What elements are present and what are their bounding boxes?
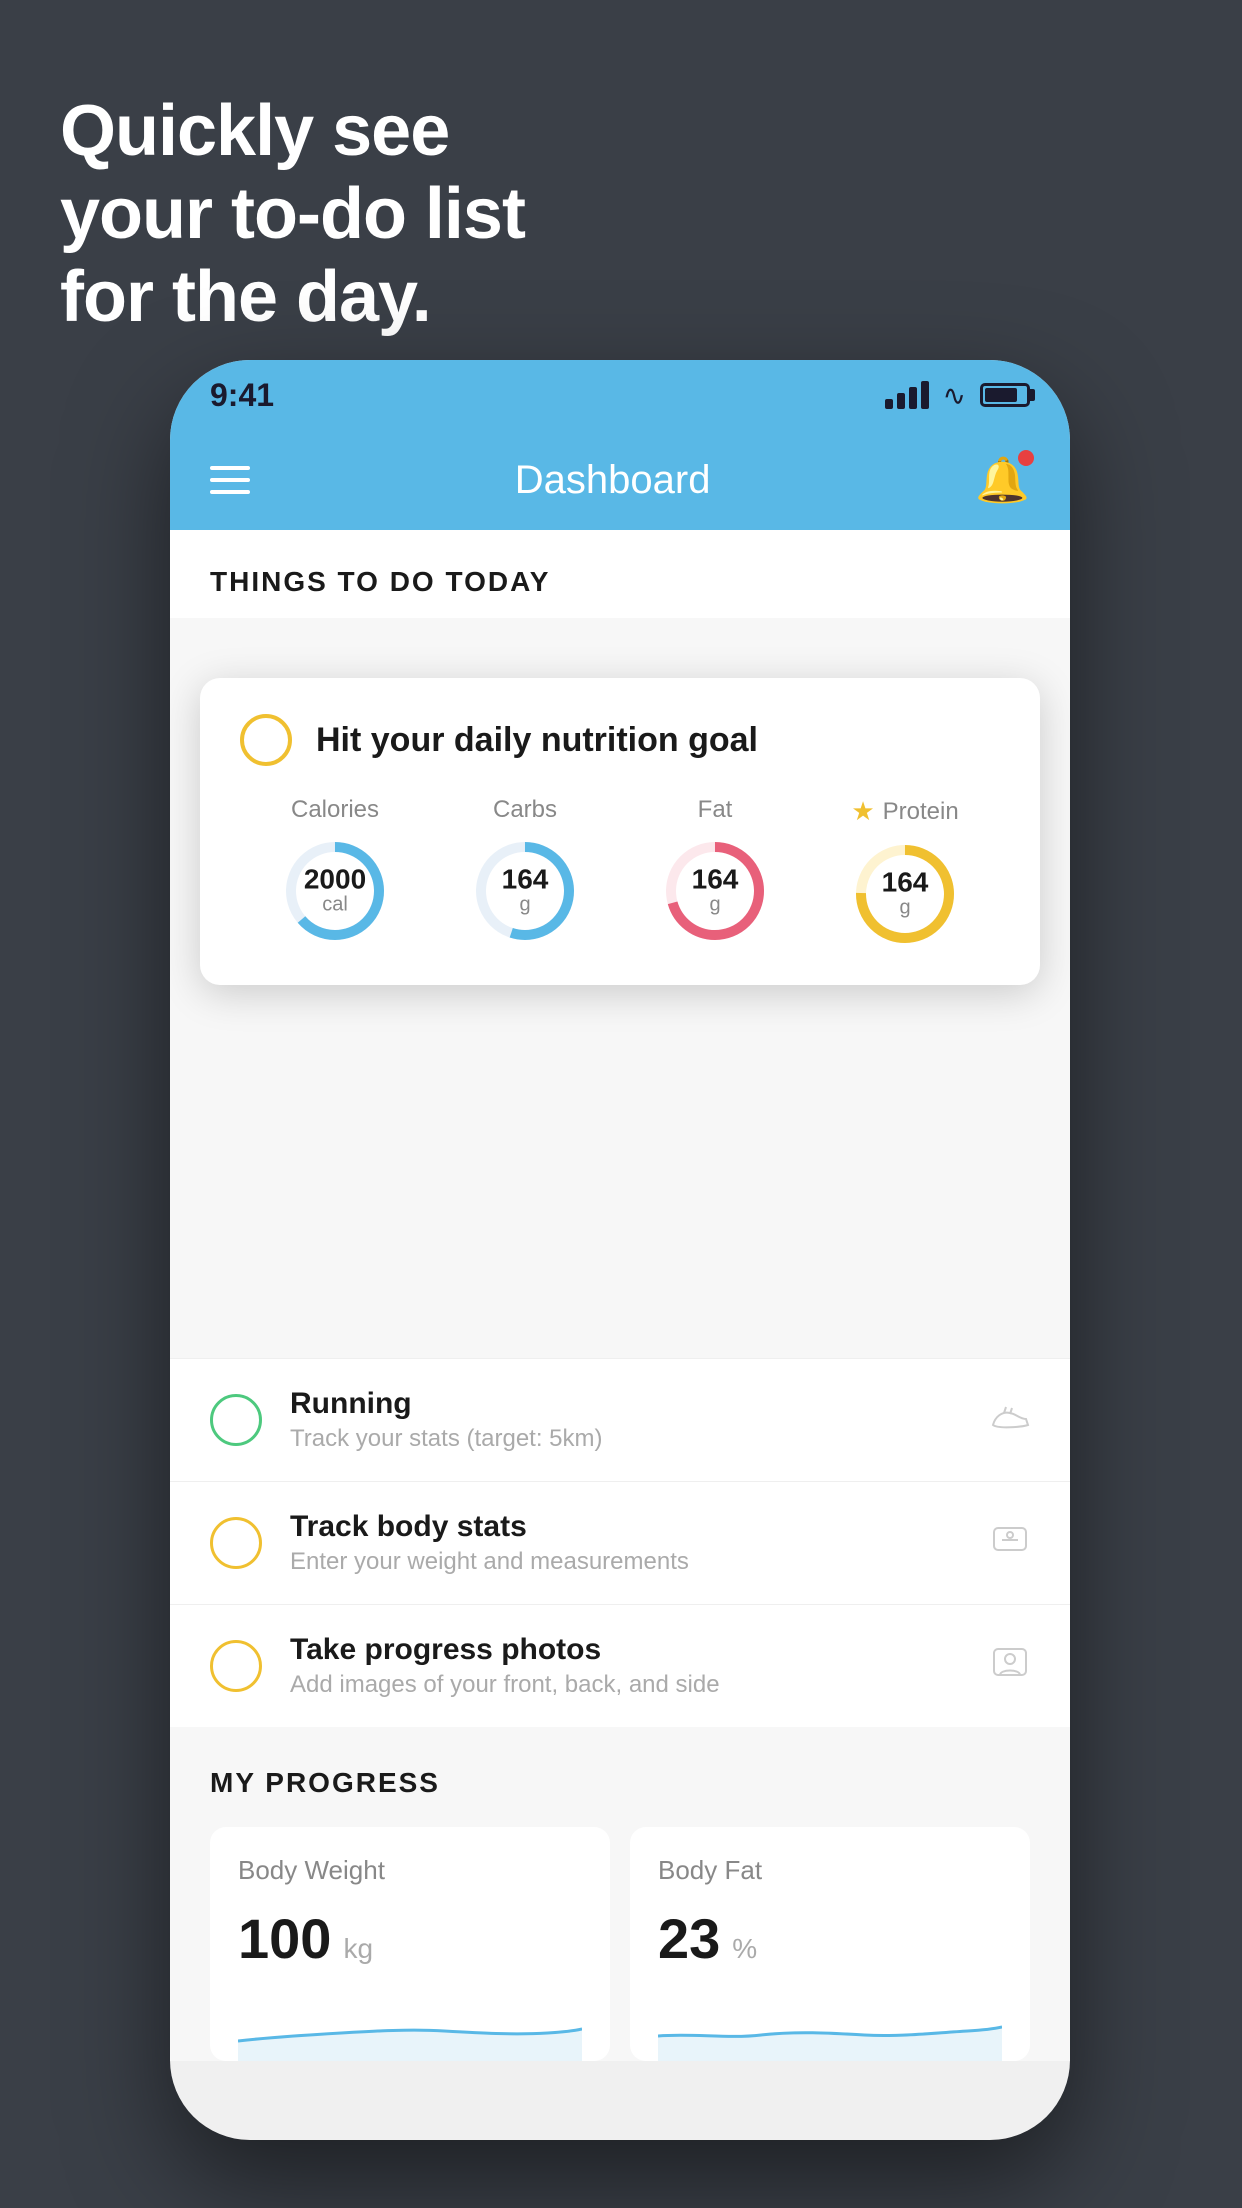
carbs-donut: 164 g	[470, 836, 580, 946]
carbs-value: 164	[502, 866, 549, 894]
protein-label-row: ★ Protein	[851, 796, 958, 827]
body-weight-value-row: 100 kg	[238, 1906, 582, 1971]
star-icon: ★	[851, 796, 874, 827]
status-bar: 9:41 ∿	[170, 360, 1070, 430]
fat-unit: g	[692, 894, 739, 917]
todo-item-body-stats[interactable]: Track body stats Enter your weight and m…	[170, 1481, 1070, 1604]
body-stats-check[interactable]	[210, 1517, 262, 1569]
body-stats-text: Track body stats Enter your weight and m…	[290, 1510, 962, 1576]
running-title: Running	[290, 1387, 962, 1421]
wifi-icon: ∿	[943, 379, 966, 412]
running-subtitle: Track your stats (target: 5km)	[290, 1425, 962, 1453]
protein-donut: 164 g	[850, 839, 960, 949]
battery-icon	[980, 383, 1030, 407]
body-weight-value: 100	[238, 1906, 331, 1971]
body-stats-subtitle: Enter your weight and measurements	[290, 1548, 962, 1576]
nutrition-row: Calories 2000 cal	[240, 796, 1000, 949]
nutrition-fat: Fat 164 g	[660, 796, 770, 946]
progress-cards: Body Weight 100 kg Body Fat	[210, 1827, 1030, 2061]
nutrition-card-title: Hit your daily nutrition goal	[316, 721, 758, 760]
status-icons: ∿	[885, 379, 1030, 412]
progress-section: MY PROGRESS Body Weight 100 kg	[170, 1727, 1070, 2061]
body-stats-title: Track body stats	[290, 1510, 962, 1544]
body-weight-unit: kg	[343, 1933, 373, 1965]
carbs-unit: g	[502, 894, 549, 917]
todo-item-running[interactable]: Running Track your stats (target: 5km)	[170, 1358, 1070, 1481]
calories-label: Calories	[291, 796, 379, 824]
carbs-label: Carbs	[493, 796, 557, 824]
body-weight-chart	[238, 1991, 582, 2061]
body-fat-label: Body Fat	[658, 1855, 1002, 1886]
body-weight-label: Body Weight	[238, 1855, 582, 1886]
nutrition-card: Hit your daily nutrition goal Calories	[200, 678, 1040, 985]
person-icon	[990, 1645, 1030, 1688]
notification-dot	[1018, 450, 1034, 466]
things-to-do-title: THINGS TO DO TODAY	[210, 566, 550, 597]
status-time: 9:41	[210, 377, 274, 414]
todo-item-photos[interactable]: Take progress photos Add images of your …	[170, 1604, 1070, 1727]
calories-value: 2000	[304, 866, 366, 894]
progress-title: MY PROGRESS	[210, 1767, 1030, 1799]
photos-text: Take progress photos Add images of your …	[290, 1633, 962, 1699]
running-text: Running Track your stats (target: 5km)	[290, 1387, 962, 1453]
fat-label: Fat	[698, 796, 733, 824]
photos-title: Take progress photos	[290, 1633, 962, 1667]
shoe-icon	[990, 1399, 1030, 1442]
app-header: Dashboard 🔔	[170, 430, 1070, 530]
hamburger-menu[interactable]	[210, 466, 250, 494]
body-fat-value-row: 23 %	[658, 1906, 1002, 1971]
nutrition-carbs: Carbs 164 g	[470, 796, 580, 946]
fat-donut: 164 g	[660, 836, 770, 946]
body-weight-card: Body Weight 100 kg	[210, 1827, 610, 2061]
main-content: THINGS TO DO TODAY Hit your daily nutrit…	[170, 530, 1070, 2061]
protein-label: Protein	[883, 798, 959, 826]
things-to-do-header: THINGS TO DO TODAY	[170, 530, 1070, 618]
phone-mockup: 9:41 ∿ Dashboard 🔔 THINGS TO DO TODAY	[170, 360, 1070, 2140]
notification-bell-icon[interactable]: 🔔	[975, 454, 1030, 506]
scale-icon	[990, 1522, 1030, 1565]
protein-unit: g	[882, 897, 929, 920]
nutrition-protein: ★ Protein 164 g	[850, 796, 960, 949]
nutrition-check-circle[interactable]	[240, 714, 292, 766]
body-fat-value: 23	[658, 1906, 720, 1971]
signal-icon	[885, 381, 929, 409]
body-fat-card: Body Fat 23 %	[630, 1827, 1030, 2061]
hero-heading: Quickly see your to-do list for the day.	[60, 90, 525, 338]
protein-value: 164	[882, 869, 929, 897]
nutrition-calories: Calories 2000 cal	[280, 796, 390, 946]
nutrition-card-title-row: Hit your daily nutrition goal	[240, 714, 1000, 766]
running-check[interactable]	[210, 1394, 262, 1446]
todo-list: Running Track your stats (target: 5km) T…	[170, 1358, 1070, 1727]
fat-value: 164	[692, 866, 739, 894]
photos-subtitle: Add images of your front, back, and side	[290, 1671, 962, 1699]
body-fat-chart	[658, 1991, 1002, 2061]
body-fat-unit: %	[732, 1933, 757, 1965]
header-title: Dashboard	[515, 458, 711, 503]
calories-unit: cal	[304, 894, 366, 917]
photos-check[interactable]	[210, 1640, 262, 1692]
calories-donut: 2000 cal	[280, 836, 390, 946]
